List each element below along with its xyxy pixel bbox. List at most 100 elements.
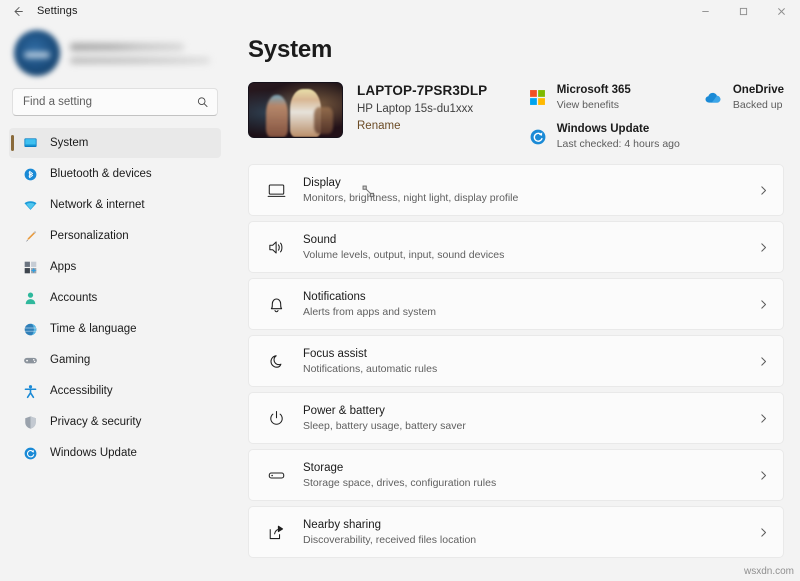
- page-title: System: [248, 22, 784, 64]
- sidebar-item-label: Gaming: [50, 354, 90, 366]
- sidebar-item-label: Windows Update: [50, 447, 137, 459]
- card-subtitle[interactable]: View benefits: [557, 99, 631, 111]
- chevron-right-icon: [758, 356, 769, 367]
- speaker-icon: [265, 236, 287, 258]
- microsoft-logo-icon: [528, 88, 548, 108]
- share-icon: [265, 521, 287, 543]
- sidebar-item-time-language[interactable]: Time & language: [9, 314, 221, 344]
- sidebar: System Bluetooth & devices: [0, 22, 230, 581]
- device-name: LAPTOP-7PSR3DLP: [357, 83, 487, 98]
- storage-drive-icon: [265, 464, 287, 486]
- row-subtitle: Alerts from apps and system: [303, 306, 742, 318]
- rename-link[interactable]: Rename: [357, 115, 400, 132]
- watermark: wsxdn.com: [744, 566, 794, 577]
- row-title: Nearby sharing: [303, 519, 742, 531]
- device-identity: LAPTOP-7PSR3DLP HP Laptop 15s-du1xxx Ren…: [248, 82, 487, 138]
- profile-text-blurred: [70, 43, 216, 64]
- sidebar-item-network-internet[interactable]: Network & internet: [9, 190, 221, 220]
- card-title: OneDrive: [733, 84, 784, 96]
- card-title: Windows Update: [557, 123, 680, 135]
- moon-icon: [265, 350, 287, 372]
- settings-row-display[interactable]: Display Monitors, brightness, night ligh…: [248, 164, 784, 216]
- paintbrush-icon: [22, 228, 39, 245]
- power-icon: [265, 407, 287, 429]
- apps-grid-icon: [22, 259, 39, 276]
- sidebar-item-accounts[interactable]: Accounts: [9, 283, 221, 313]
- maximize-icon[interactable]: [724, 0, 762, 22]
- settings-window: Settings: [0, 0, 800, 581]
- sidebar-item-privacy-security[interactable]: Privacy & security: [9, 407, 221, 437]
- chevron-right-icon: [758, 413, 769, 424]
- sidebar-item-apps[interactable]: Apps: [9, 252, 221, 282]
- sidebar-item-accessibility[interactable]: Accessibility: [9, 376, 221, 406]
- onedrive-cloud-icon: [704, 88, 724, 108]
- card-title: Microsoft 365: [557, 84, 631, 96]
- accessibility-person-icon: [22, 383, 39, 400]
- row-subtitle: Notifications, automatic rules: [303, 363, 742, 375]
- row-title: Power & battery: [303, 405, 742, 417]
- bell-icon: [265, 293, 287, 315]
- chevron-right-icon: [758, 299, 769, 310]
- sidebar-item-personalization[interactable]: Personalization: [9, 221, 221, 251]
- sidebar-item-label: Accessibility: [50, 385, 113, 397]
- search-input[interactable]: [13, 96, 217, 108]
- sidebar-item-gaming[interactable]: Gaming: [9, 345, 221, 375]
- device-wallpaper-thumbnail: [248, 82, 343, 138]
- sidebar-item-windows-update[interactable]: Windows Update: [9, 438, 221, 468]
- window-body: System Bluetooth & devices: [0, 22, 800, 581]
- sidebar-item-label: Network & internet: [50, 199, 145, 211]
- shield-icon: [22, 414, 39, 431]
- clock-globe-icon: [22, 321, 39, 338]
- settings-row-storage[interactable]: Storage Storage space, drives, configura…: [248, 449, 784, 501]
- update-sync-icon: [22, 445, 39, 462]
- card-windows-update[interactable]: Windows Update Last checked: 4 hours ago: [528, 123, 680, 150]
- row-title: Notifications: [303, 291, 742, 303]
- chevron-right-icon: [758, 527, 769, 538]
- device-overview: LAPTOP-7PSR3DLP HP Laptop 15s-du1xxx Ren…: [248, 64, 784, 162]
- sidebar-item-label: Accounts: [50, 292, 97, 304]
- main-content: System LAPTOP-7PSR3DLP HP Laptop 15s-du1…: [230, 22, 800, 581]
- back-arrow-icon[interactable]: [0, 0, 34, 22]
- title-bar: Settings: [0, 0, 800, 22]
- chevron-right-icon: [758, 242, 769, 253]
- display-monitor-icon: [265, 179, 287, 201]
- sidebar-item-label: Personalization: [50, 230, 129, 242]
- sidebar-nav: System Bluetooth & devices: [8, 128, 222, 468]
- update-sync-icon: [528, 127, 548, 147]
- diagonal-resize-cursor: [361, 184, 376, 199]
- chevron-right-icon: [758, 185, 769, 196]
- card-subtitle: Last checked: 4 hours ago: [557, 138, 680, 150]
- minimize-icon[interactable]: [686, 0, 724, 22]
- settings-row-notifications[interactable]: Notifications Alerts from apps and syste…: [248, 278, 784, 330]
- settings-row-nearby-sharing[interactable]: Nearby sharing Discoverability, received…: [248, 506, 784, 558]
- card-microsoft-365[interactable]: Microsoft 365 View benefits: [528, 84, 680, 111]
- settings-row-sound[interactable]: Sound Volume levels, output, input, soun…: [248, 221, 784, 273]
- user-profile[interactable]: [8, 22, 222, 86]
- avatar: [14, 30, 60, 76]
- card-onedrive[interactable]: OneDrive Backed up: [704, 84, 784, 111]
- settings-rows: Display Monitors, brightness, night ligh…: [248, 162, 784, 558]
- sidebar-item-system[interactable]: System: [9, 128, 221, 158]
- monitor-icon: [22, 135, 39, 152]
- sidebar-item-label: Bluetooth & devices: [50, 168, 152, 180]
- row-subtitle: Discoverability, received files location: [303, 534, 742, 546]
- row-subtitle: Volume levels, output, input, sound devi…: [303, 249, 742, 261]
- bluetooth-icon: [22, 166, 39, 183]
- search-icon: [196, 96, 209, 109]
- sidebar-item-label: System: [50, 137, 88, 149]
- search-box[interactable]: [12, 88, 218, 116]
- gamepad-icon: [22, 352, 39, 369]
- device-info: LAPTOP-7PSR3DLP HP Laptop 15s-du1xxx Ren…: [357, 82, 487, 138]
- close-icon[interactable]: [762, 0, 800, 22]
- sidebar-item-label: Apps: [50, 261, 76, 273]
- wifi-icon: [22, 197, 39, 214]
- chevron-right-icon: [758, 470, 769, 481]
- settings-row-focus-assist[interactable]: Focus assist Notifications, automatic ru…: [248, 335, 784, 387]
- profile-email: [70, 57, 210, 64]
- sidebar-item-bluetooth-devices[interactable]: Bluetooth & devices: [9, 159, 221, 189]
- sidebar-item-label: Privacy & security: [50, 416, 141, 428]
- row-title: Storage: [303, 462, 742, 474]
- settings-row-power-battery[interactable]: Power & battery Sleep, battery usage, ba…: [248, 392, 784, 444]
- row-subtitle: Storage space, drives, configuration rul…: [303, 477, 742, 489]
- sidebar-item-label: Time & language: [50, 323, 137, 335]
